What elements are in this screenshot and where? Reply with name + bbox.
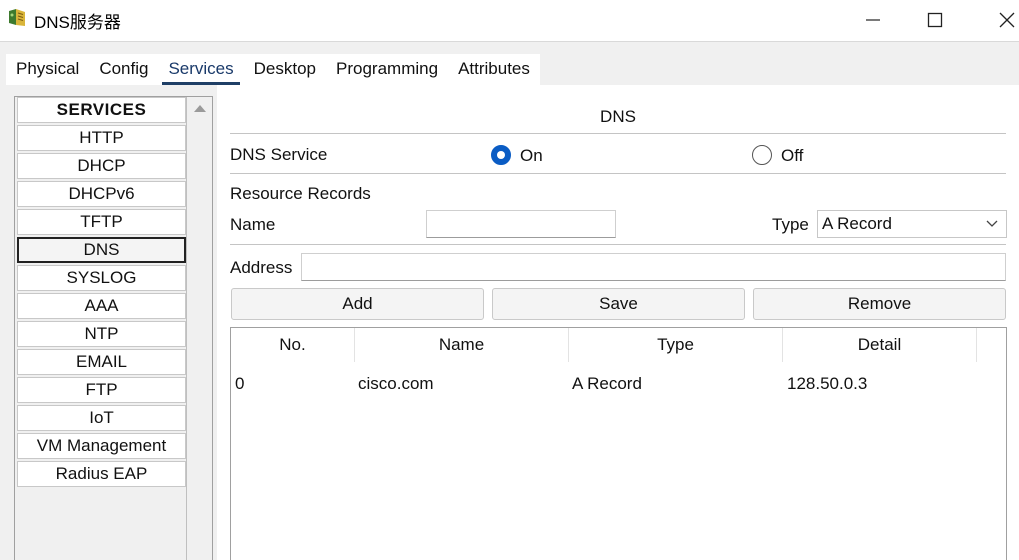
service-item-radius-eap[interactable]: Radius EAP — [17, 461, 186, 487]
service-item-email[interactable]: EMAIL — [17, 349, 186, 375]
cell-no: 0 — [235, 374, 245, 393]
address-input[interactable] — [301, 253, 1006, 281]
window-title: DNS服务器 — [34, 13, 121, 32]
tab-physical[interactable]: Physical — [6, 54, 89, 86]
dns-service-label: DNS Service — [230, 145, 328, 164]
type-select[interactable]: A Record — [817, 210, 1007, 238]
cell-name: cisco.com — [358, 374, 434, 393]
services-list: SERVICES HTTP DHCP DHCPv6 TFTP DNS SYSLO… — [15, 97, 186, 489]
tab-list: Physical Config Services Desktop Program… — [6, 54, 540, 86]
column-header-detail[interactable]: Detail — [783, 328, 977, 362]
minimize-icon — [866, 19, 880, 21]
tab-programming[interactable]: Programming — [326, 54, 448, 86]
save-button[interactable]: Save — [492, 288, 745, 320]
chevron-down-icon — [986, 220, 998, 227]
cell-detail: 128.50.0.3 — [787, 374, 868, 393]
column-header-type[interactable]: Type — [569, 328, 783, 362]
add-button[interactable]: Add — [231, 288, 484, 320]
name-label: Name — [230, 215, 276, 234]
service-item-ntp[interactable]: NTP — [17, 321, 186, 347]
service-item-http[interactable]: HTTP — [17, 125, 186, 151]
services-header: SERVICES — [17, 97, 186, 123]
title-bar: DNS服务器 — [0, 0, 1019, 40]
remove-button[interactable]: Remove — [753, 288, 1006, 320]
service-item-ftp[interactable]: FTP — [17, 377, 186, 403]
service-item-vm-management[interactable]: VM Management — [17, 433, 186, 459]
maximize-button[interactable] — [912, 0, 958, 40]
tab-config[interactable]: Config — [89, 54, 158, 86]
service-item-tftp[interactable]: TFTP — [17, 209, 186, 235]
address-label: Address — [230, 258, 293, 277]
column-header-no[interactable]: No. — [231, 328, 355, 362]
tab-services[interactable]: Services — [158, 54, 243, 86]
scroll-up-icon[interactable] — [194, 105, 206, 112]
column-header-name[interactable]: Name — [355, 328, 569, 362]
divider — [230, 133, 1006, 134]
divider — [230, 244, 1006, 245]
tab-strip: Physical Config Services Desktop Program… — [0, 41, 1019, 86]
service-item-aaa[interactable]: AAA — [17, 293, 186, 319]
tab-attributes[interactable]: Attributes — [448, 54, 540, 86]
dns-service-on-radio[interactable] — [491, 145, 511, 165]
maximize-icon — [927, 12, 943, 28]
cell-type: A Record — [572, 374, 642, 393]
service-item-iot[interactable]: IoT — [17, 405, 186, 431]
dns-service-off-radio[interactable] — [752, 145, 772, 165]
dns-service-off-label[interactable]: Off — [781, 146, 803, 166]
content-area: SERVICES HTTP DHCP DHCPv6 TFTP DNS SYSLO… — [0, 85, 1019, 560]
services-scrollbar[interactable] — [186, 97, 212, 560]
resource-records-label: Resource Records — [230, 184, 371, 203]
server-app-icon — [9, 9, 25, 26]
close-icon — [999, 12, 1015, 28]
services-panel: SERVICES HTTP DHCP DHCPv6 TFTP DNS SYSLO… — [14, 96, 213, 560]
records-table: No. Name Type Detail 0 cisco.com A Recor… — [230, 327, 1007, 560]
type-label: Type — [772, 215, 809, 234]
name-input[interactable] — [426, 210, 616, 238]
minimize-button[interactable] — [850, 0, 896, 40]
tab-desktop[interactable]: Desktop — [244, 54, 326, 86]
dns-panel: DNS DNS Service On Off Resource Records … — [217, 85, 1019, 560]
service-item-syslog[interactable]: SYSLOG — [17, 265, 186, 291]
close-button[interactable] — [984, 0, 1019, 40]
service-item-dns[interactable]: DNS — [17, 237, 186, 263]
service-item-dhcpv6[interactable]: DHCPv6 — [17, 181, 186, 207]
divider — [230, 173, 1006, 174]
type-select-value: A Record — [822, 214, 892, 233]
service-item-dhcp[interactable]: DHCP — [17, 153, 186, 179]
dns-service-on-label[interactable]: On — [520, 146, 543, 166]
dns-title: DNS — [600, 107, 636, 126]
